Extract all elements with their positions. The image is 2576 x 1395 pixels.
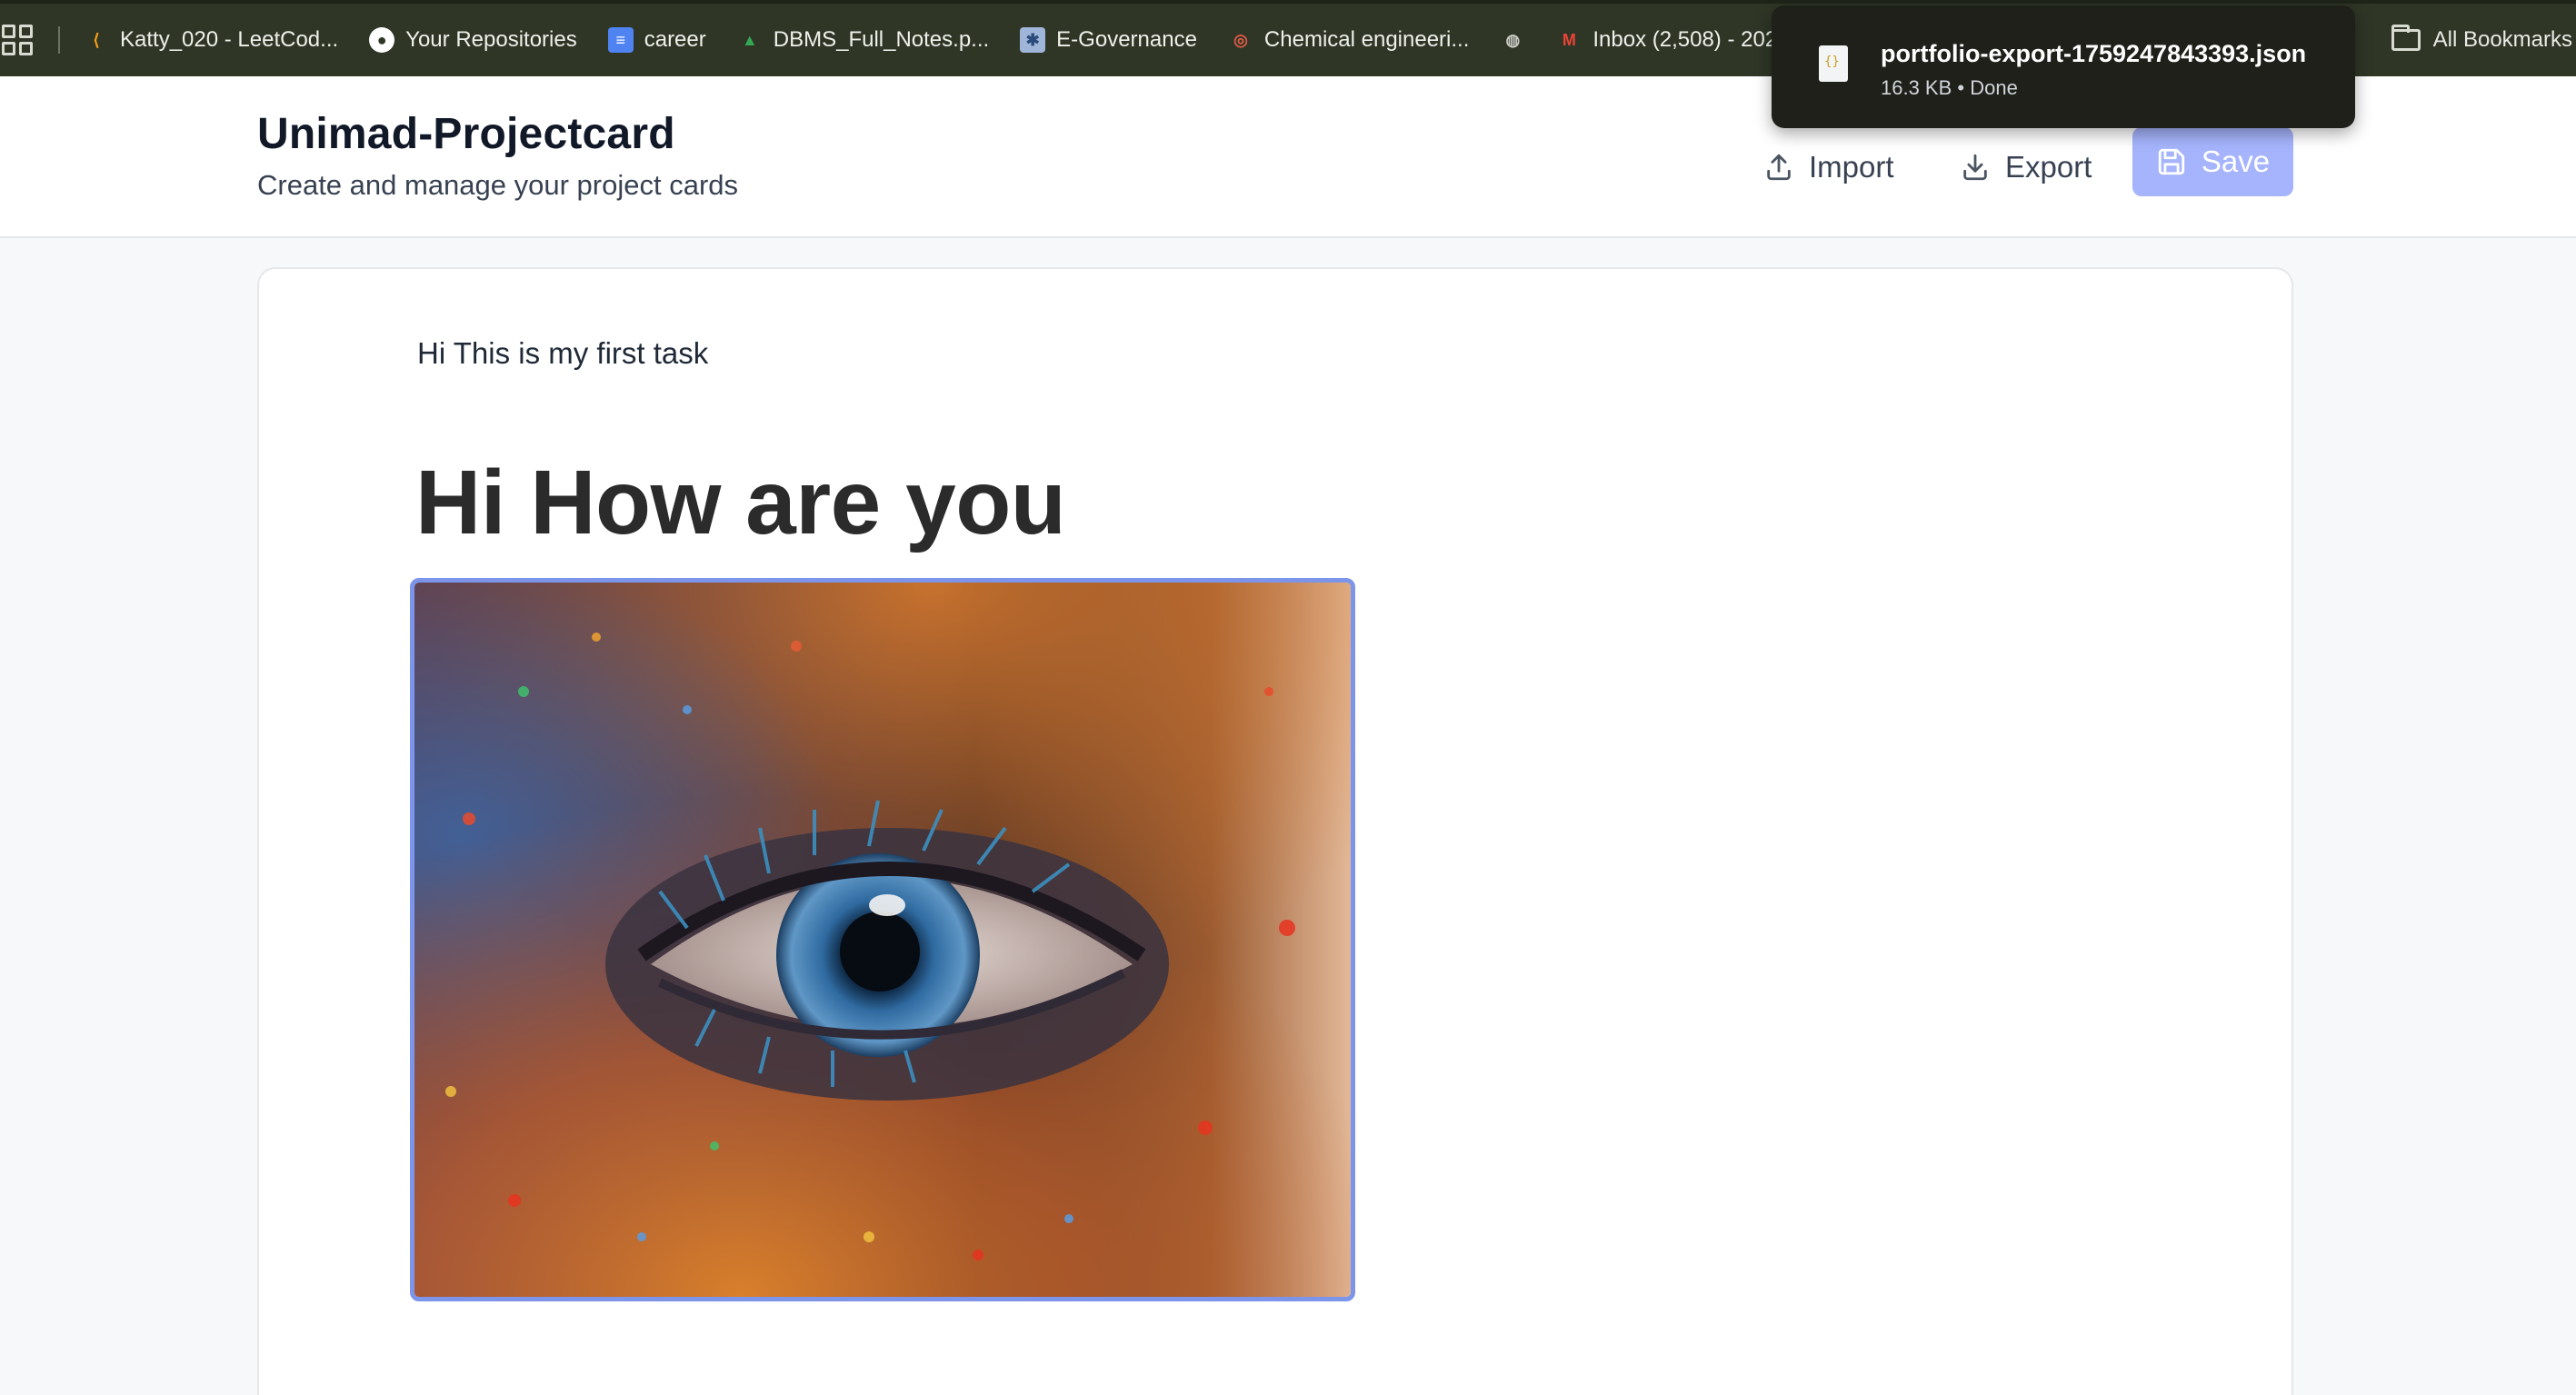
export-button[interactable]: Export [1960, 133, 2092, 202]
bookmarks-separator [58, 26, 60, 54]
download-bubble[interactable]: portfolio-export-1759247843393.json 16.3… [1772, 5, 2355, 128]
page-title: Unimad-Projectcard [257, 110, 675, 158]
bookmark-label: Chemical engineeri... [1263, 27, 1470, 52]
upload-icon [1767, 154, 1791, 181]
globe-icon: ◍ [1505, 30, 1521, 49]
github-icon: ● [369, 27, 395, 53]
drive-icon: ▲ [741, 30, 758, 49]
egov-icon: ✱ [1020, 27, 1046, 53]
download-icon [1963, 154, 1987, 181]
bookmark-label: Your Repositories [405, 27, 577, 52]
json-file-icon [1819, 45, 1848, 82]
bookmark-globe[interactable]: ◍ [1500, 27, 1525, 53]
save-icon [2158, 148, 2185, 175]
bookmark-label: DBMS_Full_Notes.p... [773, 27, 990, 52]
task-text-block[interactable]: Hi This is my first task [417, 336, 708, 371]
target-icon: ◎ [1233, 30, 1248, 49]
bookmark-dbms-notes[interactable]: ▲ DBMS_Full_Notes.p... [737, 27, 989, 53]
bookmark-label: career [644, 27, 706, 52]
export-label: Export [2005, 150, 2092, 184]
bookmark-e-governance[interactable]: ✱ E-Governance [1020, 27, 1197, 53]
gmail-icon: M [1562, 30, 1576, 49]
save-label: Save [2201, 144, 2271, 178]
import-button[interactable]: Import [1763, 133, 1894, 202]
bookmark-leetcode[interactable]: ⟨ Katty_020 - LeetCod... [84, 27, 338, 53]
heading-block[interactable]: Hi How are you [415, 451, 1066, 555]
all-bookmarks-button[interactable]: All Bookmarks [2352, 4, 2576, 76]
bookmark-label: Katty_020 - LeetCod... [120, 27, 339, 52]
docs-icon: ≡ [607, 27, 634, 53]
bookmark-career[interactable]: ≡ career [607, 27, 706, 53]
download-status: 16.3 KB • Done [1881, 76, 2018, 99]
leetcode-icon: ⟨ [93, 30, 100, 49]
apps-grid-icon[interactable] [2, 25, 33, 55]
save-button[interactable]: Save [2132, 127, 2293, 196]
bookmark-github[interactable]: ● Your Repositories [369, 27, 577, 53]
folder-icon [2391, 25, 2421, 51]
bookmark-label: E-Governance [1056, 27, 1197, 52]
project-card: Hi This is my first task Hi How are you [257, 267, 2293, 1395]
image-block-selected[interactable] [410, 578, 1355, 1301]
bookmark-inbox[interactable]: M Inbox (2,508) - 202 [1556, 27, 1777, 53]
import-label: Import [1809, 150, 1894, 184]
page-subtitle: Create and manage your project cards [257, 169, 739, 201]
bookmark-chemical-engineering[interactable]: ◎ Chemical engineeri... [1228, 27, 1469, 53]
bookmark-label: Inbox (2,508) - 202 [1593, 27, 1778, 52]
colorful-eye-image [414, 583, 1351, 1297]
download-filename[interactable]: portfolio-export-1759247843393.json [1881, 40, 2306, 68]
all-bookmarks-label: All Bookmarks [2432, 27, 2572, 52]
